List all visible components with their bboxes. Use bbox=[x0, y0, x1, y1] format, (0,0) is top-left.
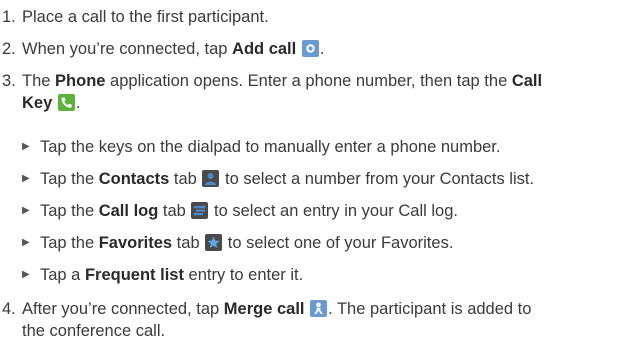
key-call-log: Call log bbox=[98, 202, 159, 220]
favorites-tab-icon bbox=[205, 234, 223, 251]
call-log-tab-icon bbox=[191, 202, 209, 219]
key-add-call: Add call bbox=[232, 40, 297, 58]
step-number: 3. bbox=[2, 72, 16, 90]
key-merge-call: Merge call bbox=[223, 300, 305, 318]
step-text: When you’re connected, tap Add call . bbox=[22, 40, 325, 58]
key-frequent-list: Frequent list bbox=[84, 266, 184, 284]
step-text: The Phone application opens. Enter a pho… bbox=[22, 72, 543, 112]
step-number: 1. bbox=[2, 8, 16, 26]
key-call: Call bbox=[511, 72, 543, 90]
call-key-icon bbox=[57, 94, 75, 111]
merge-call-icon bbox=[310, 300, 328, 317]
key-key: Key bbox=[22, 94, 53, 112]
contacts-tab-icon bbox=[202, 170, 220, 187]
add-call-icon bbox=[301, 40, 319, 57]
step-number: 2. bbox=[2, 40, 16, 58]
bullet-arrow-icon: ▶ bbox=[22, 269, 30, 280]
bullet-arrow-icon: ▶ bbox=[22, 205, 30, 216]
bullet-arrow-icon: ▶ bbox=[22, 141, 30, 152]
bullet-arrow-icon: ▶ bbox=[22, 237, 30, 248]
step-number: 4. bbox=[2, 300, 16, 318]
instructions: 1. Place a call to the first participant… bbox=[0, 0, 618, 358]
step-text: After you’re connected, tap Merge call .… bbox=[22, 300, 532, 340]
key-phone: Phone bbox=[55, 72, 106, 90]
bullet-arrow-icon: ▶ bbox=[22, 173, 30, 184]
key-favorites: Favorites bbox=[98, 234, 173, 252]
key-contacts: Contacts bbox=[98, 170, 170, 188]
step-text: Place a call to the first participant. bbox=[22, 8, 269, 26]
